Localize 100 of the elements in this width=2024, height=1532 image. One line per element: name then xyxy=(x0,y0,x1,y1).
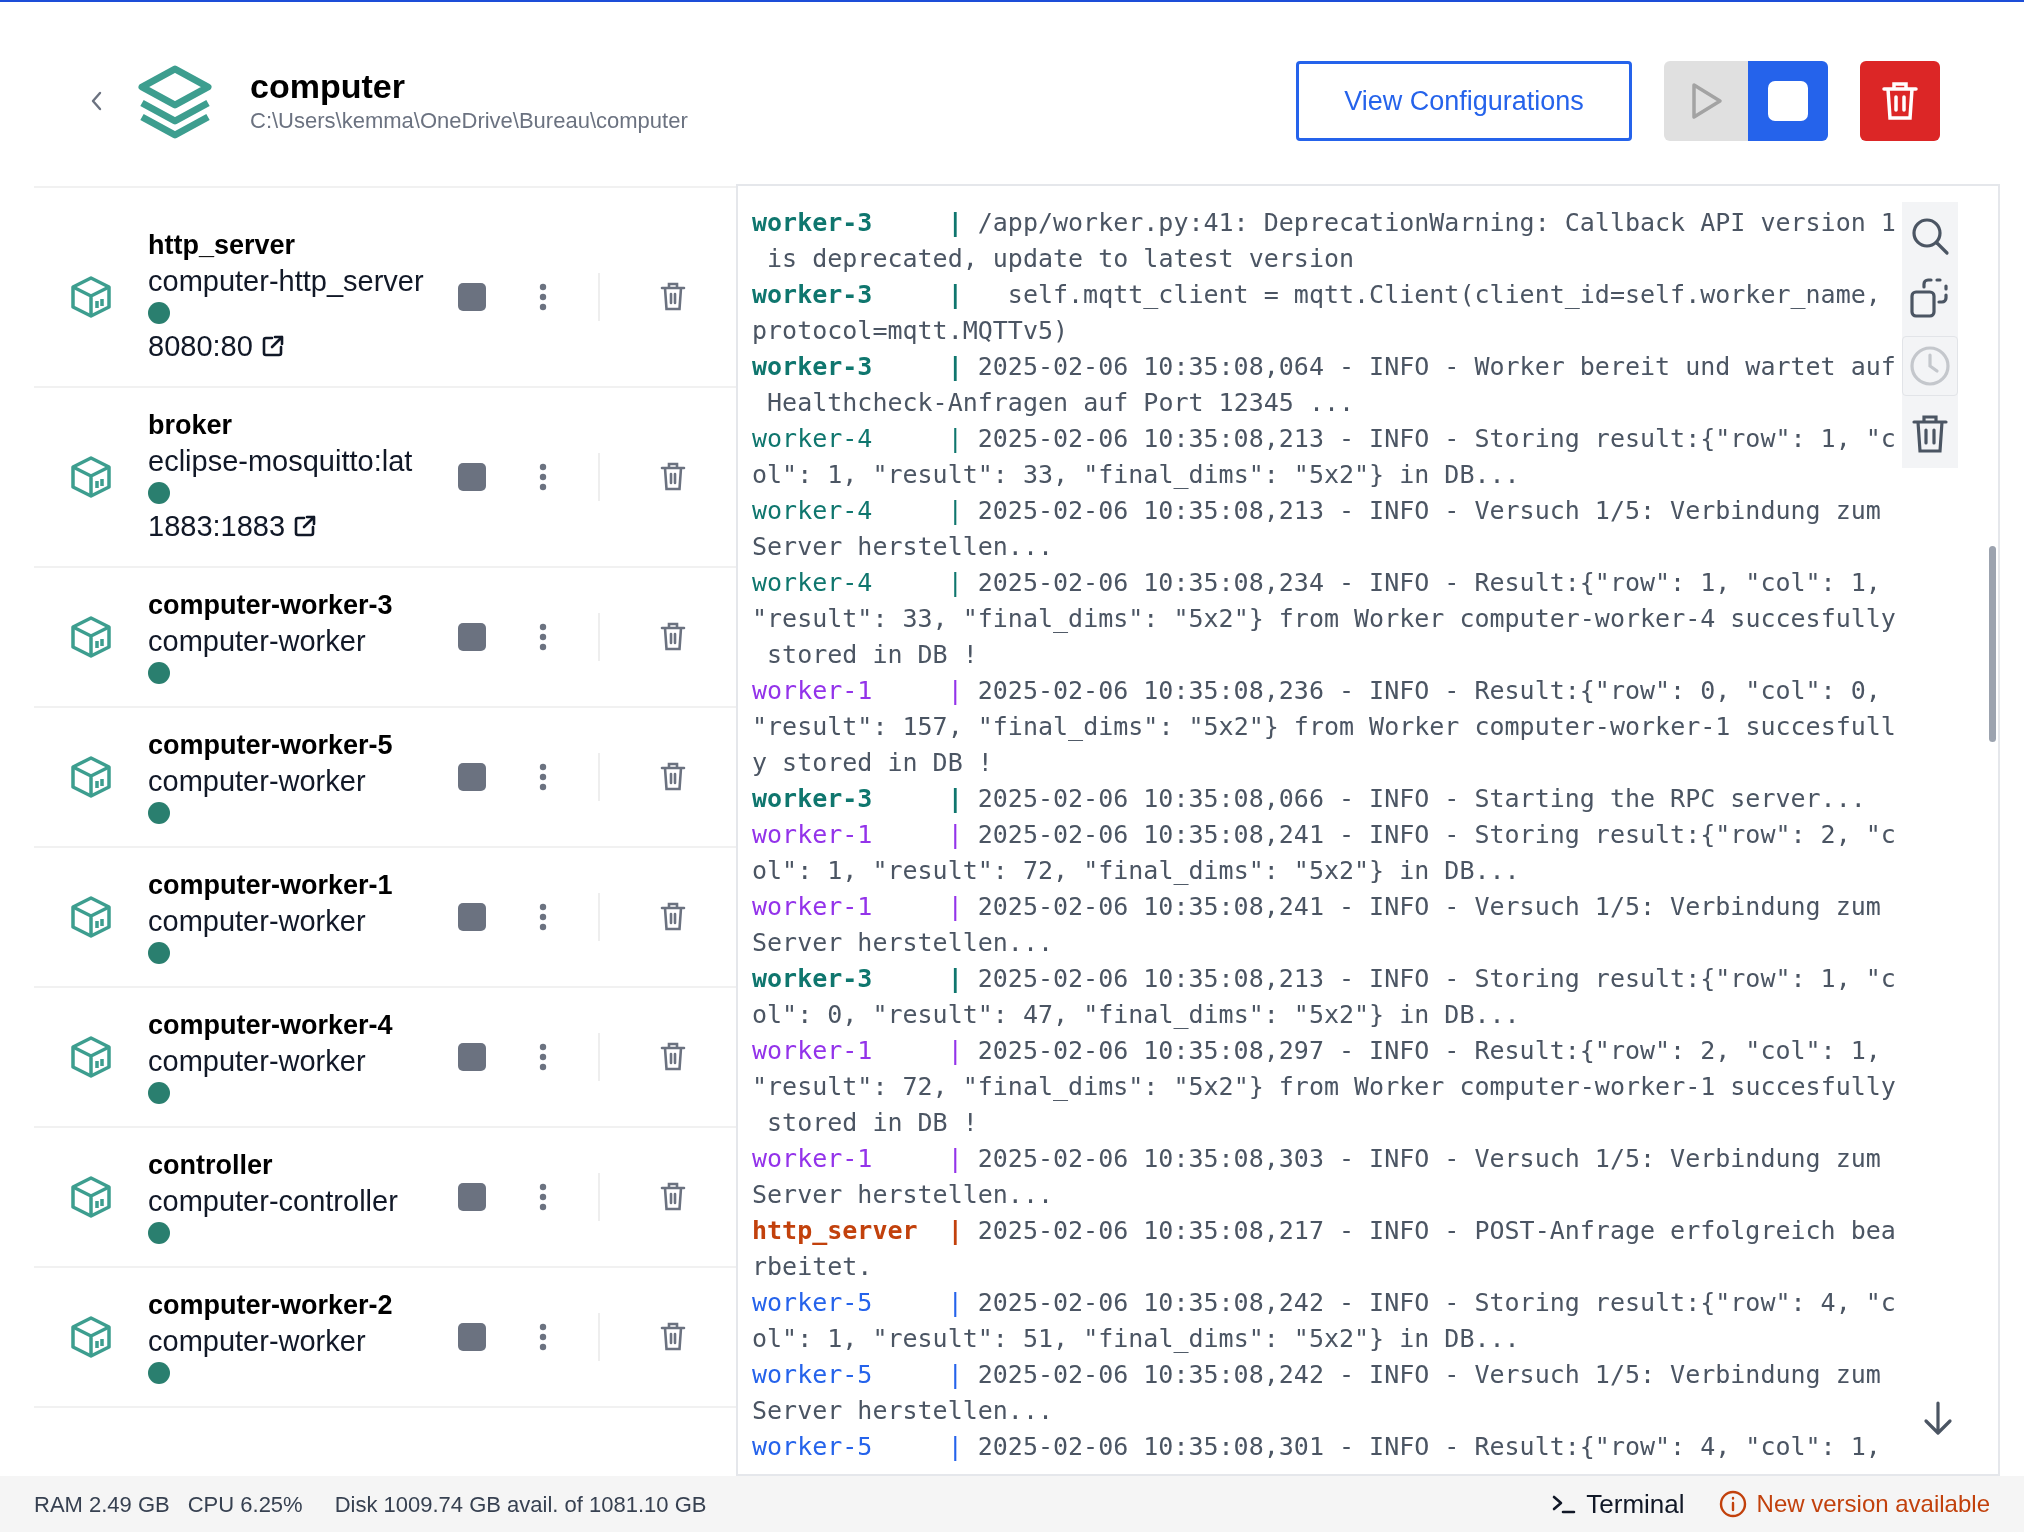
image-name: computer-worker xyxy=(148,764,367,799)
log-service-name: worker-1 xyxy=(752,891,874,923)
clock-icon xyxy=(1909,345,1951,387)
terminal-icon xyxy=(1552,1494,1577,1514)
image-name: eclipse-mosquitto:lat xyxy=(148,444,414,479)
more-options-icon[interactable] xyxy=(538,762,548,792)
log-message: protocol=mqtt.MQTTv5) xyxy=(752,316,1069,345)
trash-icon[interactable] xyxy=(660,282,686,312)
stop-service-button[interactable] xyxy=(458,1183,486,1211)
log-service-name: worker-5 xyxy=(752,1359,874,1391)
stop-service-button[interactable] xyxy=(458,1043,486,1071)
service-name: controller xyxy=(148,1149,274,1182)
log-separator: | xyxy=(947,1287,964,1319)
log-message: 2025-02-06 10:35:08,301 - INFO - Result:{"row": 4, "col": 1, xyxy=(977,1432,1881,1461)
service-name: computer-worker-3 xyxy=(148,589,394,622)
trash-icon xyxy=(1881,80,1919,122)
container-icon xyxy=(70,455,112,499)
log-service-name: worker-1 xyxy=(752,819,874,851)
image-name: computer-worker xyxy=(148,904,367,939)
service-name: http_server xyxy=(148,229,297,262)
more-options-icon[interactable] xyxy=(538,282,548,312)
log-service-name: worker-3 xyxy=(752,207,874,239)
terminal-button[interactable]: Terminal xyxy=(1552,1484,1685,1524)
trash-icon[interactable] xyxy=(660,622,686,652)
more-options-icon[interactable] xyxy=(538,462,548,492)
image-name: computer-http_server xyxy=(148,264,425,299)
log-message: stored in DB ! xyxy=(766,1108,978,1137)
image-name: computer-worker xyxy=(148,1324,367,1359)
layers-icon xyxy=(136,63,214,139)
trash-icon[interactable] xyxy=(660,1322,686,1352)
info-icon xyxy=(1718,1490,1747,1518)
disk-usage: Disk 1009.74 GB avail. of 1081.10 GB xyxy=(334,1490,707,1519)
log-message: ol": 1, "result": 72, "final_dims": "5x2"} in DB... xyxy=(752,856,1520,885)
port-link[interactable]: 1883:1883 xyxy=(148,506,318,546)
trash-icon[interactable] xyxy=(660,902,686,932)
more-options-icon[interactable] xyxy=(538,1182,548,1212)
log-message: 2025-02-06 10:35:08,303 - INFO - Versuch 1/5: Verbindung zum xyxy=(977,1144,1881,1173)
log-message: 2025-02-06 10:35:08,066 - INFO - Starting the RPC server... xyxy=(977,784,1866,813)
external-link-icon xyxy=(260,334,285,358)
port-link[interactable]: 8080:80 xyxy=(148,326,285,366)
ram-usage: RAM 2.49 GB xyxy=(34,1490,170,1519)
log-separator: | xyxy=(947,1143,964,1175)
log-separator: | xyxy=(947,1431,964,1463)
stop-button[interactable] xyxy=(1748,61,1828,141)
project-title: computer xyxy=(250,66,406,106)
log-message: is deprecated, update to latest version xyxy=(766,244,1355,273)
log-separator: | xyxy=(947,207,964,239)
trash-icon[interactable] xyxy=(660,1042,686,1072)
log-message: Server herstellen... xyxy=(752,1180,1054,1209)
scrollbar[interactable] xyxy=(1989,546,1996,742)
log-separator: | xyxy=(947,567,964,599)
new-version-link[interactable]: New version available xyxy=(1718,1486,1990,1522)
log-service-name: worker-4 xyxy=(752,423,874,455)
log-message: Server herstellen... xyxy=(752,1396,1054,1425)
trash-icon xyxy=(1912,414,1948,454)
stop-service-button[interactable] xyxy=(458,903,486,931)
container-icon xyxy=(70,895,112,939)
log-service-name: worker-3 xyxy=(752,351,874,383)
log-message: 2025-02-06 10:35:08,234 - INFO - Result:{"row": 1, "col": 1, xyxy=(977,568,1881,597)
trash-icon[interactable] xyxy=(660,1182,686,1212)
more-options-icon[interactable] xyxy=(538,902,548,932)
trash-icon[interactable] xyxy=(660,762,686,792)
log-service-name: worker-3 xyxy=(752,783,874,815)
service-name: computer-worker-2 xyxy=(148,1289,394,1322)
more-options-icon[interactable] xyxy=(538,1042,548,1072)
log-message: 2025-02-06 10:35:08,241 - INFO - Storing result:{"row": 2, "c xyxy=(977,820,1896,849)
more-options-icon[interactable] xyxy=(538,622,548,652)
more-options-icon[interactable] xyxy=(538,1322,548,1352)
view-configurations-button[interactable]: View Configurations xyxy=(1296,61,1632,141)
stop-service-button[interactable] xyxy=(458,1323,486,1351)
log-separator: | xyxy=(947,819,964,851)
stop-service-button[interactable] xyxy=(458,763,486,791)
log-message: y stored in DB ! xyxy=(752,748,993,777)
log-separator: | xyxy=(947,891,964,923)
log-message: 2025-02-06 10:35:08,236 - INFO - Result:{"row": 0, "col": 0, xyxy=(977,676,1881,705)
stop-service-button[interactable] xyxy=(458,463,486,491)
image-name: computer-worker xyxy=(148,1044,367,1079)
log-message: ol": 1, "result": 33, "final_dims": "5x2"} in DB... xyxy=(752,460,1520,489)
log-message: 2025-02-06 10:35:08,297 - INFO - Result:{"row": 2, "col": 1, xyxy=(977,1036,1881,1065)
cpu-usage: CPU 6.25% xyxy=(187,1490,303,1519)
log-service-name: worker-3 xyxy=(752,279,874,311)
log-separator: | xyxy=(947,1359,964,1391)
log-message: ol": 0, "result": 47, "final_dims": "5x2"} in DB... xyxy=(752,1000,1520,1029)
image-name: computer-worker xyxy=(148,624,367,659)
service-name: computer-worker-1 xyxy=(148,869,394,902)
log-message: Server herstellen... xyxy=(752,532,1054,561)
external-link-icon xyxy=(293,514,318,538)
copy-icon xyxy=(1909,277,1951,319)
log-message: 2025-02-06 10:35:08,242 - INFO - Versuch 1/5: Verbindung zum xyxy=(977,1360,1881,1389)
stop-service-button[interactable] xyxy=(458,623,486,651)
log-message: rbeitet. xyxy=(752,1252,873,1281)
service-name: computer-worker-4 xyxy=(148,1009,394,1042)
delete-button[interactable] xyxy=(1860,61,1940,141)
log-message: self.mqtt_client = mqtt.Client(client_id=self.worker_name, xyxy=(1006,280,1881,309)
log-message: 2025-02-06 10:35:08,064 - INFO - Worker bereit und wartet auf xyxy=(977,352,1896,381)
log-separator: | xyxy=(947,279,964,311)
trash-icon[interactable] xyxy=(660,462,686,492)
log-message: stored in DB ! xyxy=(766,640,978,669)
log-message: "result": 157, "final_dims": "5x2"} from Worker computer-worker-1 succesfull xyxy=(752,712,1896,741)
stop-service-button[interactable] xyxy=(458,283,486,311)
